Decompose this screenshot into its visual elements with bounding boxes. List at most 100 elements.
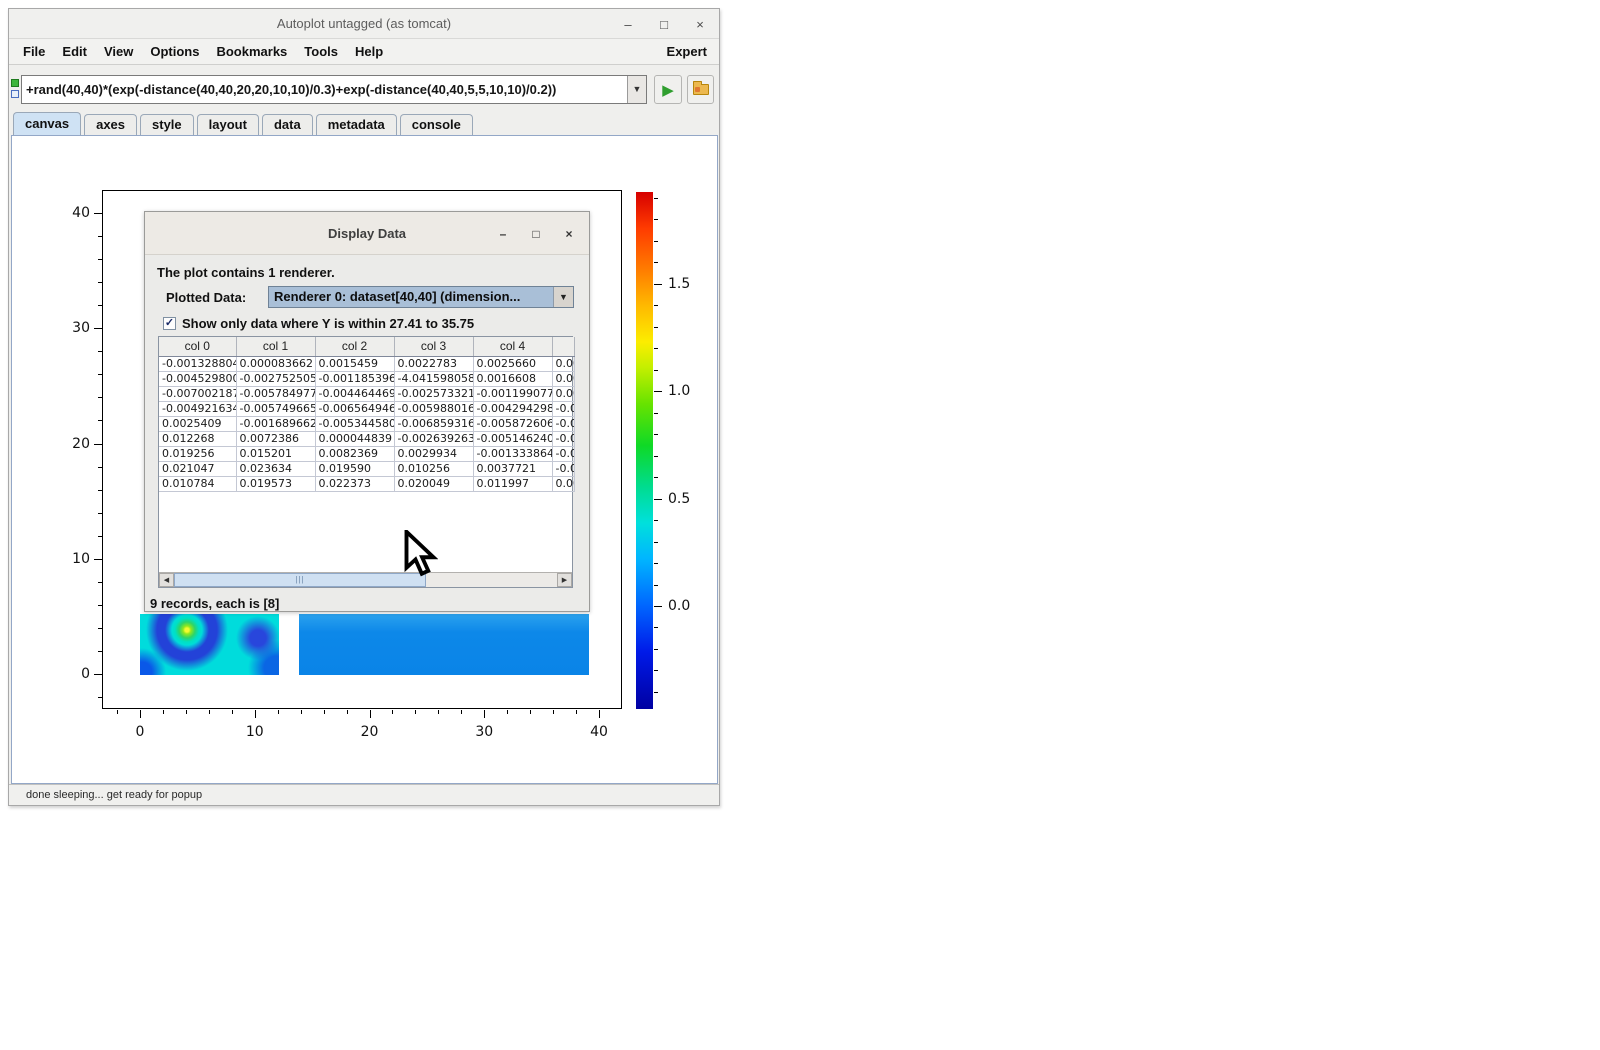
- table-cell-r3-c4[interactable]: -0.004294298...: [473, 401, 552, 416]
- x-axis-tick-label: 30: [464, 724, 504, 740]
- y-axis-tick: [98, 282, 102, 283]
- plot-canvas[interactable]: Display Data – □ × The plot contains 1 r…: [11, 135, 718, 784]
- dialog-minimize-icon[interactable]: –: [497, 227, 509, 241]
- table-cell-r5-c0[interactable]: 0.012268: [159, 431, 236, 446]
- plotted-data-combobox[interactable]: Renderer 0: dataset[40,40] (dimension...…: [268, 286, 574, 308]
- table-cell-r5-c4[interactable]: -0.005146240...: [473, 431, 552, 446]
- table-cell-r3-c1[interactable]: -0.005749665...: [236, 401, 315, 416]
- colorbar-tick: [654, 305, 658, 306]
- dialog-title-bar[interactable]: Display Data – □ ×: [145, 212, 589, 255]
- data-table-scrollpane[interactable]: col 0col 1col 2col 3col 4 -0.001328804..…: [158, 336, 573, 588]
- table-cell-r5-c3[interactable]: -0.002639263...: [394, 431, 473, 446]
- table-cell-r1-c4[interactable]: 0.0016608: [473, 371, 552, 386]
- table-cell-r1-c5[interactable]: 0.00: [552, 371, 574, 386]
- table-cell-r1-c2[interactable]: -0.001185396...: [315, 371, 394, 386]
- table-cell-r3-c5[interactable]: -0.0: [552, 401, 574, 416]
- table-cell-r7-c4[interactable]: 0.0037721: [473, 461, 552, 476]
- x-axis-tick: [530, 710, 531, 714]
- table-header-col-2[interactable]: col 2: [315, 337, 394, 356]
- table-cell-r2-c2[interactable]: -0.004464469...: [315, 386, 394, 401]
- table-cell-r6-c3[interactable]: 0.0029934: [394, 446, 473, 461]
- table-cell-r8-c0[interactable]: 0.010784: [159, 476, 236, 491]
- table-cell-r5-c2[interactable]: 0.000044839: [315, 431, 394, 446]
- table-cell-r8-c1[interactable]: 0.019573: [236, 476, 315, 491]
- table-cell-r5-c1[interactable]: 0.0072386: [236, 431, 315, 446]
- table-header-col-3[interactable]: col 3: [394, 337, 473, 356]
- table-cell-r4-c1[interactable]: -0.001689662...: [236, 416, 315, 431]
- table-cell-r0-c0[interactable]: -0.001328804...: [159, 356, 236, 371]
- table-cell-r4-c5[interactable]: -0.0: [552, 416, 574, 431]
- table-cell-r2-c4[interactable]: -0.001199077...: [473, 386, 552, 401]
- table-cell-r2-c0[interactable]: -0.007002187...: [159, 386, 236, 401]
- table-cell-r6-c2[interactable]: 0.0082369: [315, 446, 394, 461]
- y-axis-tick: [98, 582, 102, 583]
- y-axis-tick-label: 20: [60, 436, 90, 452]
- colorbar-tick: [654, 670, 658, 671]
- table-cell-r5-c5[interactable]: -0.0: [552, 431, 574, 446]
- table-cell-r1-c3[interactable]: -4.041598058...: [394, 371, 473, 386]
- table-cell-r6-c1[interactable]: 0.015201: [236, 446, 315, 461]
- status-bar: done sleeping... get ready for popup: [9, 784, 719, 805]
- table-cell-r4-c4[interactable]: -0.005872606...: [473, 416, 552, 431]
- table-row: 0.0122680.00723860.000044839-0.002639263…: [159, 431, 574, 446]
- table-header-col-1[interactable]: col 1: [236, 337, 315, 356]
- table-cell-r8-c2[interactable]: 0.022373: [315, 476, 394, 491]
- table-cell-r6-c4[interactable]: -0.001333864...: [473, 446, 552, 461]
- table-header-col-4[interactable]: col 4: [473, 337, 552, 356]
- y-axis-tick: [98, 374, 102, 375]
- y-axis-tick: [98, 420, 102, 421]
- colorbar-tick: [654, 563, 658, 564]
- scroll-right-icon[interactable]: ▶: [557, 573, 572, 587]
- y-axis-tick: [94, 213, 102, 214]
- table-cell-r8-c5[interactable]: 0.00: [552, 476, 574, 491]
- scrollbar-thumb[interactable]: |||: [174, 573, 426, 587]
- table-cell-r7-c1[interactable]: 0.023634: [236, 461, 315, 476]
- table-cell-r2-c1[interactable]: -0.005784977...: [236, 386, 315, 401]
- table-cell-r0-c4[interactable]: 0.0025660: [473, 356, 552, 371]
- table-cell-r1-c0[interactable]: -0.004529800...: [159, 371, 236, 386]
- x-axis-tick: [255, 710, 256, 718]
- scroll-left-icon[interactable]: ◀: [159, 573, 174, 587]
- table-header-col-0[interactable]: col 0: [159, 337, 236, 356]
- combobox-arrow-icon[interactable]: ▼: [553, 287, 573, 307]
- table-row: -0.007002187...-0.005784977...-0.0044644…: [159, 386, 574, 401]
- dialog-maximize-icon[interactable]: □: [530, 227, 542, 241]
- y-axis-tick: [98, 490, 102, 491]
- filter-checkbox[interactable]: ✓: [163, 317, 176, 330]
- y-axis-tick: [98, 259, 102, 260]
- dialog-close-icon[interactable]: ×: [563, 227, 575, 241]
- table-cell-r4-c2[interactable]: -0.005344580...: [315, 416, 394, 431]
- table-cell-r4-c3[interactable]: -0.006859316...: [394, 416, 473, 431]
- table-cell-r0-c5[interactable]: 0.00: [552, 356, 574, 371]
- table-cell-r0-c3[interactable]: 0.0022783: [394, 356, 473, 371]
- x-axis-tick: [232, 710, 233, 714]
- table-cell-r7-c2[interactable]: 0.019590: [315, 461, 394, 476]
- table-cell-r2-c3[interactable]: -0.002573321...: [394, 386, 473, 401]
- table-cell-r0-c1[interactable]: 0.000083662: [236, 356, 315, 371]
- table-cell-r7-c3[interactable]: 0.010256: [394, 461, 473, 476]
- x-axis-tick: [461, 710, 462, 714]
- colorbar-tick-label: 1.5: [668, 276, 702, 292]
- table-cell-r2-c5[interactable]: 0.00: [552, 386, 574, 401]
- table-cell-r3-c2[interactable]: -0.006564946...: [315, 401, 394, 416]
- colorbar-tick: [654, 692, 658, 693]
- table-cell-r6-c5[interactable]: -0.0: [552, 446, 574, 461]
- table-cell-r0-c2[interactable]: 0.0015459: [315, 356, 394, 371]
- table-cell-r8-c3[interactable]: 0.020049: [394, 476, 473, 491]
- table-cell-r1-c1[interactable]: -0.002752505...: [236, 371, 315, 386]
- table-row: 0.0210470.0236340.0195900.0102560.003772…: [159, 461, 574, 476]
- table-cell-r3-c3[interactable]: -0.005988016...: [394, 401, 473, 416]
- x-axis-tick: [484, 710, 485, 718]
- table-cell-r6-c0[interactable]: 0.019256: [159, 446, 236, 461]
- x-axis-tick-label: 20: [350, 724, 390, 740]
- colorbar-tick: [654, 198, 658, 199]
- table-cell-r7-c5[interactable]: -0.0: [552, 461, 574, 476]
- horizontal-scrollbar[interactable]: ◀ ||| ▶: [159, 572, 572, 587]
- table-cell-r4-c0[interactable]: 0.0025409: [159, 416, 236, 431]
- table-header-col-5[interactable]: [552, 337, 574, 356]
- table-header-row: col 0col 1col 2col 3col 4: [159, 337, 574, 356]
- table-cell-r7-c0[interactable]: 0.021047: [159, 461, 236, 476]
- table-cell-r8-c4[interactable]: 0.011997: [473, 476, 552, 491]
- filter-row: ✓ Show only data where Y is within 27.41…: [163, 315, 474, 331]
- table-cell-r3-c0[interactable]: -0.004921634...: [159, 401, 236, 416]
